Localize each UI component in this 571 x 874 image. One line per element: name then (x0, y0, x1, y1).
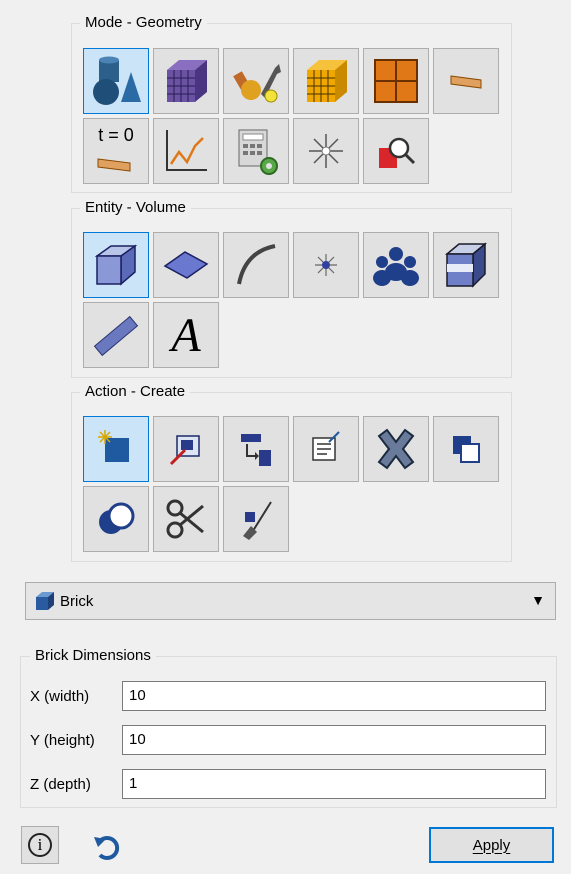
inspect-button[interactable] (363, 118, 429, 184)
text-entity-button[interactable]: A (153, 302, 219, 368)
boolean-icon (99, 502, 135, 534)
text-glyph: A (171, 308, 201, 362)
properties-icon (312, 431, 340, 461)
copy-action-button[interactable] (433, 416, 499, 482)
info-icon: i (28, 833, 52, 857)
structured-mesh-button[interactable] (293, 48, 359, 114)
wrench-icon (233, 64, 281, 103)
x-width-input[interactable]: 10 (122, 681, 546, 711)
decompose-action-button[interactable] (153, 486, 219, 552)
vertex-entity-button[interactable] (293, 232, 359, 298)
grid-icon (374, 59, 418, 103)
grid-mode-button[interactable] (363, 48, 429, 114)
material-strip-icon (450, 75, 482, 89)
ruler-icon (93, 315, 139, 357)
y-height-input[interactable]: 10 (122, 725, 546, 755)
lighting-button[interactable] (293, 118, 359, 184)
time-mode-button[interactable]: t = 0 (83, 118, 149, 184)
properties-action-button[interactable] (293, 416, 359, 482)
plot-mode-button[interactable] (153, 118, 219, 184)
curve-entity-button[interactable] (223, 232, 289, 298)
entity-group-title: Entity - Volume (80, 199, 191, 217)
mode-group-title: Mode - Geometry (80, 14, 207, 32)
scissors-icon (166, 499, 204, 539)
z-depth-input[interactable]: 1 (122, 769, 546, 799)
light-burst-icon (309, 134, 343, 168)
apply-button-label: Apply (472, 836, 511, 854)
transform-icon (241, 434, 271, 466)
layered-cube-icon (444, 242, 488, 288)
people-group-icon (373, 247, 419, 286)
volume-entity-button[interactable] (83, 232, 149, 298)
reset-icon[interactable] (90, 829, 126, 865)
delete-x-icon (377, 428, 415, 470)
y-height-label: Y (height) (30, 731, 95, 749)
orange-mesh-cube-icon (307, 60, 347, 102)
info-glyph: i (37, 835, 43, 854)
shape-select-value: Brick (60, 592, 94, 610)
copy-icon (453, 436, 480, 463)
create-new-icon (98, 430, 129, 462)
geometry-mode-button[interactable] (83, 48, 149, 114)
mesh-cube-icon (167, 60, 207, 102)
shape-select[interactable]: Brick ▼ (25, 582, 556, 620)
surface-icon (163, 251, 209, 279)
magnifier-icon (379, 137, 416, 168)
info-button[interactable]: i (21, 826, 59, 864)
calculator-button[interactable] (223, 118, 289, 184)
calculator-gear-icon (238, 129, 278, 175)
dimensions-group-title: Brick Dimensions (30, 647, 156, 665)
brick-icon (36, 592, 54, 610)
action-group-title: Action - Create (80, 383, 191, 401)
z-depth-label: Z (depth) (30, 775, 91, 793)
geometry-icon (93, 56, 141, 105)
chevron-down-icon: ▼ (531, 592, 545, 608)
modify-icon (169, 435, 200, 466)
x-width-row: X (width) 10 (30, 680, 546, 712)
surface-entity-button[interactable] (153, 232, 219, 298)
boolean-action-button[interactable] (83, 486, 149, 552)
broom-icon (243, 501, 272, 540)
create-action-button[interactable] (83, 416, 149, 482)
tools-mode-button[interactable] (223, 48, 289, 114)
curve-icon (237, 244, 276, 285)
transform-action-button[interactable] (223, 416, 289, 482)
time-strip-icon (97, 158, 131, 172)
group-entity-button[interactable] (363, 232, 429, 298)
cleanup-action-button[interactable] (223, 486, 289, 552)
chart-icon (166, 130, 207, 171)
mesh-mode-button[interactable] (153, 48, 219, 114)
z-depth-row: Z (depth) 1 (30, 768, 546, 800)
modify-action-button[interactable] (153, 416, 219, 482)
measure-entity-button[interactable] (83, 302, 149, 368)
vertex-icon (315, 254, 337, 276)
assembly-entity-button[interactable] (433, 232, 499, 298)
volume-cube-icon (94, 244, 138, 286)
x-width-label: X (width) (30, 687, 90, 705)
delete-action-button[interactable] (363, 416, 429, 482)
material-mode-button[interactable] (433, 48, 499, 114)
y-height-row: Y (height) 10 (30, 724, 546, 756)
apply-button[interactable]: Apply (429, 827, 554, 863)
